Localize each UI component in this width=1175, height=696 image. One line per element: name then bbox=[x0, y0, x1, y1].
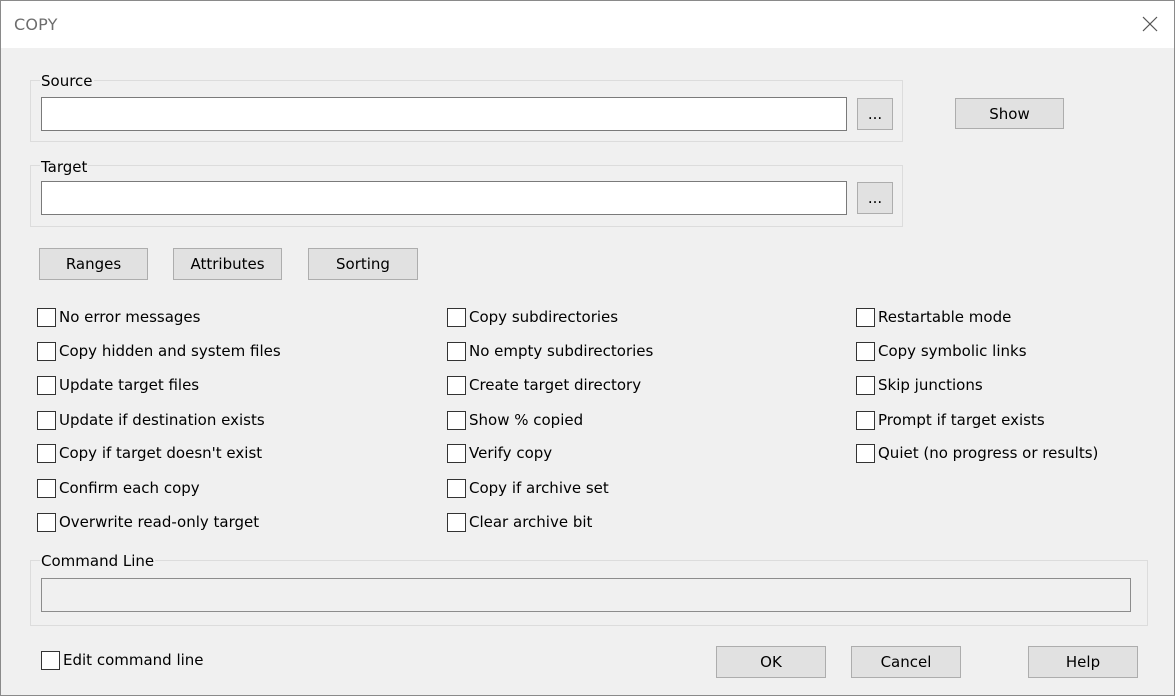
option-copy-if-archive-set[interactable]: Copy if archive set bbox=[447, 477, 609, 499]
checkbox[interactable] bbox=[447, 307, 466, 327]
option-copy-if-target-doesnt-exist[interactable]: Copy if target doesn't exist bbox=[37, 442, 262, 464]
show-button[interactable]: Show bbox=[955, 98, 1064, 129]
option-create-target-directory[interactable]: Create target directory bbox=[447, 374, 641, 396]
checkbox[interactable] bbox=[447, 375, 466, 395]
title-bar: COPY bbox=[0, 0, 1175, 48]
checkbox[interactable] bbox=[37, 375, 56, 395]
checkbox[interactable] bbox=[447, 512, 466, 532]
checkbox[interactable] bbox=[856, 375, 875, 395]
checkbox[interactable] bbox=[37, 341, 56, 361]
checkbox[interactable] bbox=[41, 650, 60, 670]
command-line-label: Command Line bbox=[40, 552, 156, 570]
option-restartable-mode[interactable]: Restartable mode bbox=[856, 306, 1011, 328]
sorting-button[interactable]: Sorting bbox=[308, 248, 418, 280]
checkbox[interactable] bbox=[447, 478, 466, 498]
command-line-input bbox=[41, 578, 1131, 612]
attributes-button[interactable]: Attributes bbox=[173, 248, 282, 280]
checkbox[interactable] bbox=[447, 410, 466, 430]
option-update-if-destination-exists[interactable]: Update if destination exists bbox=[37, 409, 265, 431]
checkbox[interactable] bbox=[37, 307, 56, 327]
source-browse-button[interactable]: ... bbox=[857, 98, 893, 130]
help-button[interactable]: Help bbox=[1028, 646, 1138, 678]
option-copy-symbolic-links[interactable]: Copy symbolic links bbox=[856, 340, 1027, 362]
cancel-button[interactable]: Cancel bbox=[851, 646, 961, 678]
source-input[interactable] bbox=[41, 97, 847, 131]
option-copy-hidden-system[interactable]: Copy hidden and system files bbox=[37, 340, 281, 362]
checkbox[interactable] bbox=[447, 341, 466, 361]
option-clear-archive-bit[interactable]: Clear archive bit bbox=[447, 511, 592, 533]
source-label: Source bbox=[40, 72, 94, 90]
edit-command-line-checkbox[interactable]: Edit command line bbox=[41, 649, 204, 671]
checkbox[interactable] bbox=[856, 341, 875, 361]
option-no-empty-subdirectories[interactable]: No empty subdirectories bbox=[447, 340, 653, 362]
target-browse-button[interactable]: ... bbox=[857, 182, 893, 214]
checkbox[interactable] bbox=[856, 307, 875, 327]
checkbox[interactable] bbox=[447, 443, 466, 463]
ok-button[interactable]: OK bbox=[716, 646, 826, 678]
option-verify-copy[interactable]: Verify copy bbox=[447, 442, 552, 464]
checkbox[interactable] bbox=[37, 443, 56, 463]
option-prompt-if-target-exists[interactable]: Prompt if target exists bbox=[856, 409, 1045, 431]
option-quiet[interactable]: Quiet (no progress or results) bbox=[856, 442, 1098, 464]
option-skip-junctions[interactable]: Skip junctions bbox=[856, 374, 983, 396]
option-overwrite-read-only[interactable]: Overwrite read-only target bbox=[37, 511, 259, 533]
checkbox[interactable] bbox=[37, 512, 56, 532]
checkbox[interactable] bbox=[856, 443, 875, 463]
option-confirm-each-copy[interactable]: Confirm each copy bbox=[37, 477, 200, 499]
option-no-error-messages[interactable]: No error messages bbox=[37, 306, 200, 328]
option-copy-subdirectories[interactable]: Copy subdirectories bbox=[447, 306, 618, 328]
checkbox[interactable] bbox=[37, 478, 56, 498]
target-label: Target bbox=[40, 158, 89, 176]
checkbox[interactable] bbox=[856, 410, 875, 430]
close-icon bbox=[1142, 16, 1158, 32]
target-input[interactable] bbox=[41, 181, 847, 215]
ranges-button[interactable]: Ranges bbox=[39, 248, 148, 280]
window-title: COPY bbox=[14, 15, 58, 34]
option-show-percent-copied[interactable]: Show % copied bbox=[447, 409, 583, 431]
option-update-target-files[interactable]: Update target files bbox=[37, 374, 199, 396]
checkbox[interactable] bbox=[37, 410, 56, 430]
close-button[interactable] bbox=[1128, 1, 1174, 47]
